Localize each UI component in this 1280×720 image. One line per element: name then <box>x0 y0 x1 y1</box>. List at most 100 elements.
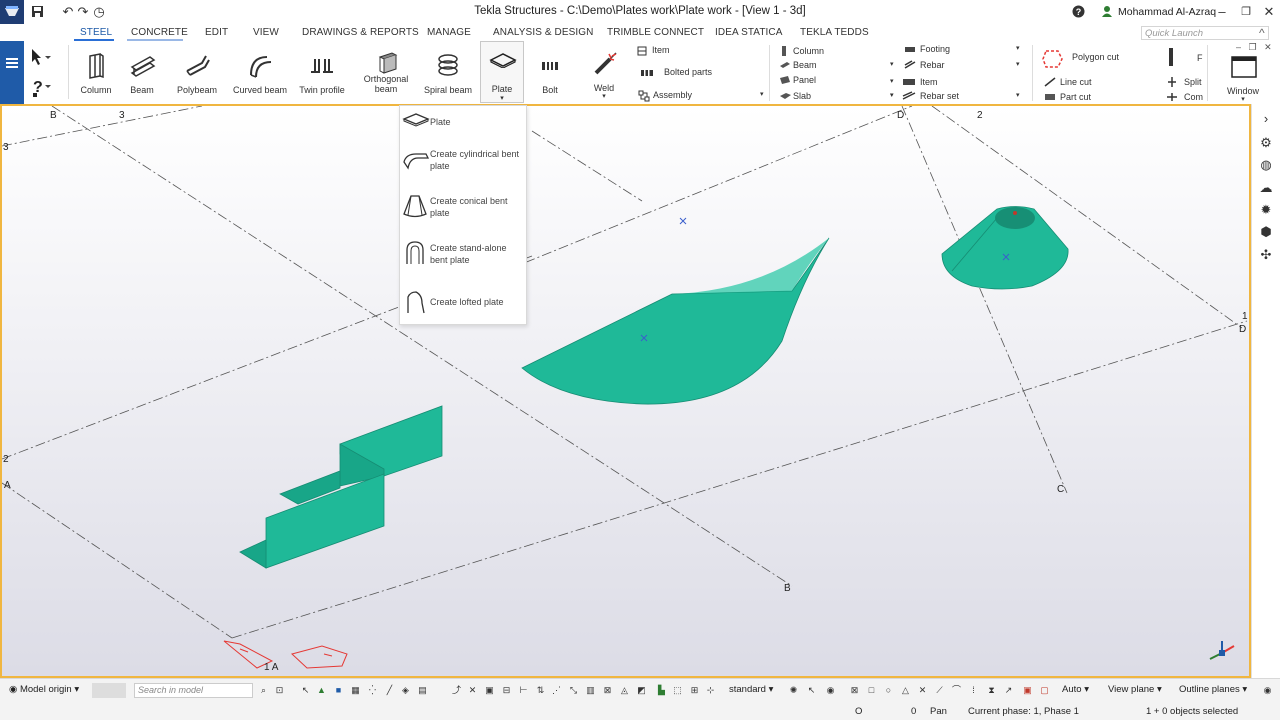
snap-point-icon[interactable]: ⬚ <box>672 685 683 696</box>
menu-item-stand-alone-bent-plate[interactable]: Create stand-alone bent plate <box>400 236 526 280</box>
concrete-beam-button[interactable]: Beam ▾ <box>778 59 908 72</box>
smart-select-icon[interactable]: ↖ <box>806 685 817 696</box>
snap-box-icon[interactable]: ▣ <box>484 685 495 696</box>
pick-red-box-icon[interactable]: ▢ <box>1039 685 1050 696</box>
display-icon[interactable]: ✺ <box>788 685 799 696</box>
outline-planes-dropdown[interactable]: Outline planes ▾ <box>1179 684 1247 695</box>
model-viewport-3d[interactable]: B 3 D 2 3 2 A 1 D C B 1 A <box>0 104 1251 678</box>
polybeam-button[interactable]: Polybeam <box>174 41 220 101</box>
rebar-item-dropdown-icon[interactable]: ▾ <box>890 77 894 85</box>
menu-item-lofted-plate[interactable]: Create lofted plate <box>400 283 526 327</box>
snap-green-icon[interactable]: ▙ <box>656 685 667 696</box>
weld-dropdown-arrow-icon[interactable]: ▾ <box>584 92 624 100</box>
cloud-icon[interactable]: ☁ <box>1259 181 1273 195</box>
pick-line-icon[interactable]: ⟋ <box>934 685 945 696</box>
collapse-ribbon-icon[interactable]: ^ <box>1259 26 1265 40</box>
rebar-item-button[interactable]: ▾ Item <box>890 76 1024 89</box>
model-scene[interactable] <box>2 106 1249 676</box>
origin-buttons[interactable] <box>92 683 126 698</box>
tab-trimble-connect[interactable]: TRIMBLE CONNECT <box>607 27 704 38</box>
model-origin-dropdown[interactable]: ◉ Model origin ▾ <box>9 684 79 695</box>
rebar-set-dropdown-icon[interactable]: ▾ <box>1016 91 1020 99</box>
visibility-icon[interactable]: ◉ <box>825 685 836 696</box>
split-button[interactable]: Split <box>1164 76 1204 89</box>
select-lines-icon[interactable]: ╱ <box>384 685 395 696</box>
spiral-beam-button[interactable]: Spiral beam <box>422 41 474 101</box>
snap-line-icon[interactable]: ⇅ <box>535 685 546 696</box>
standard-dropdown[interactable]: standard ▾ <box>729 684 773 695</box>
panel-button[interactable]: Panel <box>778 74 888 87</box>
footing-button[interactable]: Footing ▾ <box>902 43 1024 56</box>
snap-nearest-icon[interactable]: ⋰ <box>551 685 562 696</box>
pick-hourglass-icon[interactable]: ⧗ <box>986 685 997 696</box>
orthogonal-beam-button[interactable]: Orthogonal beam <box>356 41 416 101</box>
select-rebar-icon[interactable]: ▤ <box>417 685 428 696</box>
rebar-set-dropdown-icon-left[interactable]: ▾ <box>890 91 894 99</box>
select-grid-icon[interactable]: ▦ <box>350 685 361 696</box>
part-cut-button[interactable]: Part cut <box>1042 91 1142 104</box>
pick-triangle-icon[interactable]: △ <box>900 685 911 696</box>
bolted-parts-button[interactable]: Bolted parts <box>634 66 769 80</box>
select-objects-icon[interactable]: ■ <box>333 685 344 696</box>
close-icon[interactable]: ✕ <box>1262 5 1276 19</box>
polygon-cut-button[interactable]: Polygon cut <box>1042 49 1142 69</box>
select-parts-icon[interactable]: ▲ <box>316 685 327 696</box>
select-tool-icon[interactable] <box>30 48 52 69</box>
snap-midpoint-icon[interactable]: ⊟ <box>501 685 512 696</box>
pick-corner-icon[interactable]: ↗ <box>1003 685 1014 696</box>
pick-circle-icon[interactable]: ○ <box>883 685 894 696</box>
rebar-dropdown-icon[interactable]: ▾ <box>1016 60 1020 68</box>
snap-zoom-icon[interactable]: ⊠ <box>602 685 613 696</box>
preview-eye-icon[interactable]: ◉ <box>1262 685 1273 696</box>
query-tool-icon[interactable]: ? <box>30 77 54 100</box>
select-assembly-icon[interactable]: ◈ <box>400 685 411 696</box>
snap-intersection-icon[interactable]: ✕ <box>467 685 478 696</box>
tab-tekla-tedds[interactable]: TEKLA TEDDS <box>800 27 869 38</box>
tab-drawings-reports[interactable]: DRAWINGS & REPORTS <box>302 27 419 38</box>
pick-dots-icon[interactable]: ⁞ <box>968 685 979 696</box>
expand-pane-icon[interactable]: › <box>1259 112 1273 126</box>
tab-concrete[interactable]: CONCRETE <box>131 27 188 38</box>
snap-plane-icon[interactable]: ▥ <box>585 685 596 696</box>
pick-square-icon[interactable]: □ <box>866 685 877 696</box>
fitting-button[interactable]: F <box>1166 47 1203 67</box>
help-icon[interactable]: ? <box>1071 5 1085 19</box>
snap-endpoint-icon[interactable]: ⤴ <box>451 685 462 696</box>
rebar-button[interactable]: Rebar ▾ <box>902 59 1024 72</box>
properties-icon[interactable]: ⚙ <box>1259 136 1273 150</box>
curved-beam-button[interactable]: Curved beam <box>230 41 290 101</box>
beam-button[interactable]: Beam <box>124 41 160 101</box>
snap-perpendicular-icon[interactable]: ⊢ <box>518 685 529 696</box>
assembly-dropdown-icon[interactable]: ▾ <box>760 90 764 98</box>
pick-box-icon[interactable]: ⊠ <box>849 685 860 696</box>
catalog-icon[interactable]: ⬢ <box>1259 225 1273 239</box>
minimize-icon[interactable]: – <box>1215 5 1229 19</box>
bolt-button[interactable]: Bolt <box>532 41 568 101</box>
column-button[interactable]: Column <box>78 41 114 101</box>
snap-grid-icon[interactable]: ⊞ <box>689 685 700 696</box>
pick-cross-icon[interactable]: ✕ <box>917 685 928 696</box>
settings-icon[interactable]: ✹ <box>1259 203 1273 217</box>
window-dropdown-icon[interactable]: ▾ <box>1220 95 1266 103</box>
plate-dropdown-arrow-icon[interactable]: ▾ <box>481 94 523 102</box>
slab-button[interactable]: Slab ▾ <box>778 90 908 103</box>
auto-dropdown[interactable]: Auto ▾ <box>1062 684 1089 695</box>
menu-icon[interactable] <box>6 58 18 68</box>
concrete-column-button[interactable]: Column <box>778 45 888 58</box>
concrete-beam-dropdown-icon[interactable]: ▾ <box>890 60 894 68</box>
snap-all-icon[interactable]: ⊹ <box>705 685 716 696</box>
tab-manage[interactable]: MANAGE <box>427 27 471 38</box>
tab-idea-statica[interactable]: IDEA STATICA <box>715 27 783 38</box>
view-plane-dropdown[interactable]: View plane ▾ <box>1108 684 1162 695</box>
maximize-icon[interactable]: ❐ <box>1239 5 1253 19</box>
tab-view[interactable]: VIEW <box>253 27 279 38</box>
snap-layers-icon[interactable]: ◬ <box>619 685 630 696</box>
menu-item-conical-bent-plate[interactable]: Create conical bent plate <box>400 189 526 233</box>
line-cut-button[interactable]: Line cut <box>1042 76 1142 89</box>
item-button[interactable]: Item <box>634 44 769 58</box>
tab-edit[interactable]: EDIT <box>205 27 228 38</box>
menu-item-cylindrical-bent-plate[interactable]: Create cylindrical bent plate <box>400 142 526 186</box>
snap-extension-icon[interactable]: ⤡ <box>568 685 579 696</box>
tab-steel[interactable]: STEEL <box>80 27 112 38</box>
footing-dropdown-icon[interactable]: ▾ <box>1016 44 1020 52</box>
